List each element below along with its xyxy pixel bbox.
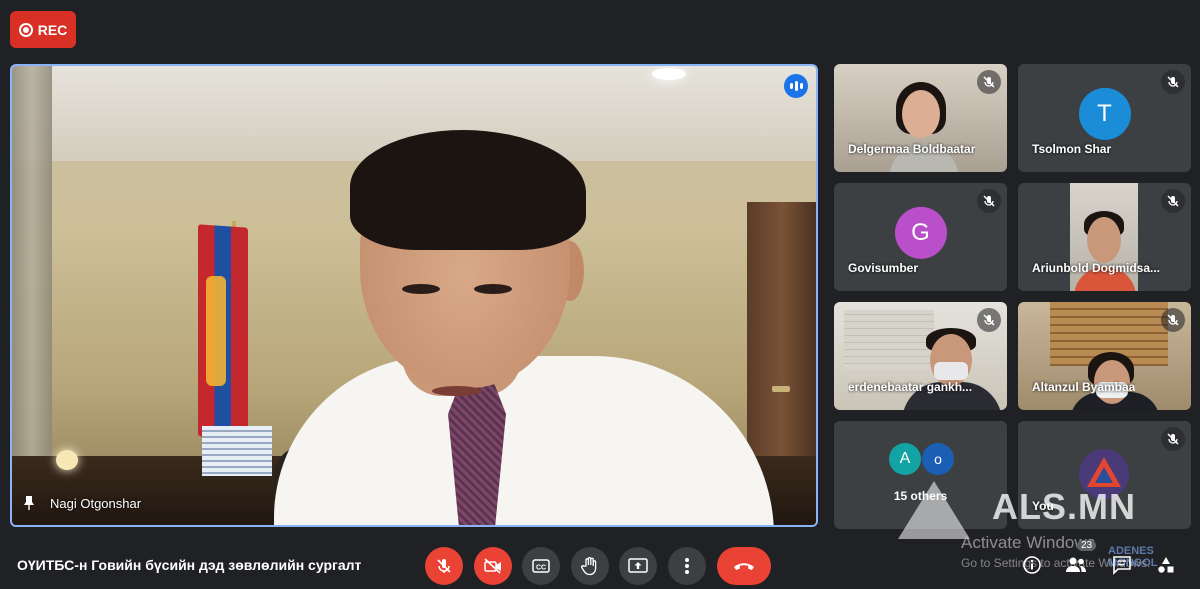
activities-button[interactable] (1153, 552, 1179, 578)
people-button[interactable] (1063, 552, 1089, 578)
speaking-indicator-icon (784, 74, 808, 98)
hand-icon (581, 557, 597, 576)
mic-off-icon (437, 559, 451, 573)
participant-name: Delgermaa Boldbaatar (848, 142, 976, 156)
main-speaker-name: Nagi Otgonshar (50, 495, 142, 511)
captions-icon: CC (532, 559, 550, 573)
avatar: A (889, 443, 921, 475)
leave-call-button[interactable] (717, 547, 771, 585)
mic-off-icon (1161, 70, 1185, 94)
participant-name: Govisumber (848, 261, 919, 275)
avatar: T (1078, 87, 1131, 140)
avatar: o (922, 443, 954, 475)
camera-toggle-button[interactable] (474, 547, 512, 585)
svg-text:CC: CC (536, 565, 546, 572)
activities-icon (1158, 557, 1174, 573)
main-speaker-video[interactable]: Nagi Otgonshar (10, 64, 818, 527)
activate-windows-title: Activate Windows (961, 533, 1096, 552)
mic-off-icon (977, 189, 1001, 213)
mic-off-icon (977, 70, 1001, 94)
recording-badge: REC (10, 11, 76, 48)
participant-tile-tsolmon[interactable]: T Tsolmon Shar (1018, 64, 1191, 172)
chat-icon (1113, 556, 1131, 575)
raise-hand-button[interactable] (571, 547, 609, 585)
camera-off-icon (484, 558, 501, 574)
mic-off-icon (1161, 308, 1185, 332)
captions-button[interactable]: CC (522, 547, 560, 585)
participant-name: erdenebaatar gankh... (848, 380, 973, 394)
present-screen-button[interactable] (619, 547, 657, 585)
recording-label: REC (37, 21, 68, 38)
als-logo-icon (898, 481, 970, 539)
participant-tile-erdenebaatar[interactable]: erdenebaatar gankh... (834, 302, 1007, 410)
mic-toggle-button[interactable] (425, 547, 463, 585)
people-count-badge: 23 (1077, 540, 1097, 551)
participant-name: Ariunbold Dogmidsa... (1032, 261, 1160, 275)
people-icon (1066, 557, 1086, 572)
more-options-button[interactable] (668, 547, 706, 585)
ceiling-light (652, 68, 686, 80)
participant-name: Tsolmon Shar (1032, 142, 1112, 156)
participant-name: Altanzul Byambaa (1032, 380, 1136, 394)
avatar: G (894, 206, 947, 259)
pin-icon[interactable] (22, 495, 36, 511)
speaker-body (274, 356, 774, 525)
participant-tile-altanzul[interactable]: Altanzul Byambaa (1018, 302, 1191, 410)
record-icon (18, 22, 33, 37)
mic-off-icon (1161, 427, 1185, 451)
mic-off-icon (977, 308, 1001, 332)
meeting-details-button[interactable] (1019, 552, 1045, 578)
meeting-title: ОҮИТБС-н Говийн бүсийн дэд зөвлөлийн сур… (17, 557, 362, 573)
chat-button[interactable] (1109, 552, 1135, 578)
present-icon (628, 558, 648, 573)
info-icon (1023, 556, 1041, 574)
hang-up-icon (734, 563, 754, 570)
mic-off-icon (1161, 189, 1185, 213)
participant-tile-ariunbold[interactable]: Ariunbold Dogmidsa... (1018, 183, 1191, 291)
watermark-brand: ALS.MN (992, 486, 1136, 527)
participant-tile-govisumber[interactable]: G Govisumber (834, 183, 1007, 291)
participant-tile-delgermaa[interactable]: Delgermaa Boldbaatar (834, 64, 1007, 172)
more-vert-icon (685, 558, 689, 574)
